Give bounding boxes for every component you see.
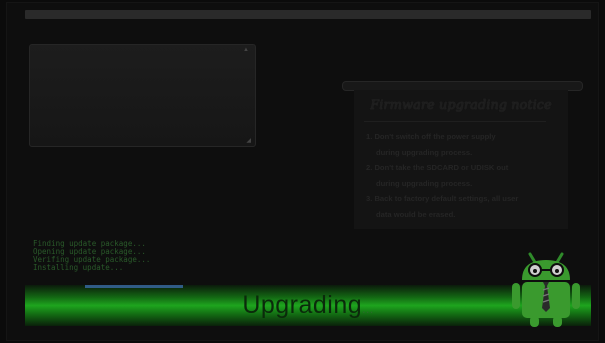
notice-line: data would be erased. xyxy=(376,209,456,219)
log-textarea[interactable]: ▲ ◢ xyxy=(29,44,256,147)
notice-line: 1. Don't switch off the power supply xyxy=(366,132,496,141)
upgrading-text: Upgrading xyxy=(242,291,363,319)
upgrading-label: Upgrading... xyxy=(25,285,591,326)
upgrading-dots: ... xyxy=(362,302,374,316)
android-robot-icon xyxy=(512,252,580,327)
resize-grip-icon[interactable]: ◢ xyxy=(246,137,251,144)
notice-line: 2. Don't take the SDCARD or UDISK out xyxy=(366,163,509,173)
notice-title: Firmware upgrading notice xyxy=(370,98,552,113)
notice-line: during upgrading process. xyxy=(376,147,473,157)
scroll-up-icon[interactable]: ▲ xyxy=(243,47,249,53)
notice-divider xyxy=(364,121,546,122)
status-line: Installing update... xyxy=(33,263,124,272)
notice-line: 3. Back to factory default settings, all… xyxy=(366,194,519,204)
notice-list: 1. Don't switch off the power supply dur… xyxy=(366,129,566,223)
upgrade-notice-panel: Firmware upgrading notice 1. Don't switc… xyxy=(354,90,568,229)
status-log: Finding update package... Opening update… xyxy=(33,240,150,272)
top-bar xyxy=(25,10,591,19)
notice-line: during upgrading process. xyxy=(376,178,473,188)
